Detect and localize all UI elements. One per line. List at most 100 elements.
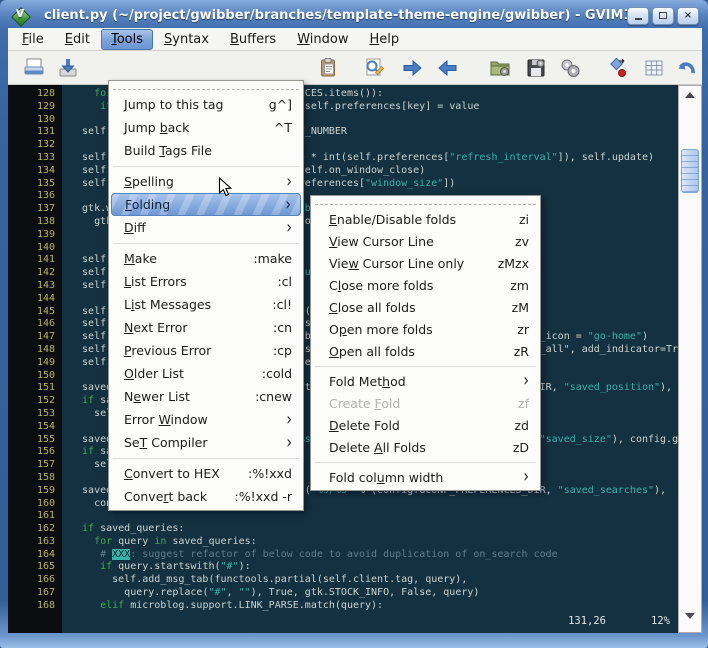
load-session-icon[interactable] [486, 54, 514, 81]
menubar-item-edit[interactable]: Edit [55, 29, 100, 50]
menu-shortcut: g^] [268, 97, 292, 112]
tools-menu-item-jump-to-this-tag[interactable]: Jump to this tag g^] [111, 93, 301, 116]
paste-icon[interactable] [314, 54, 342, 81]
scroll-up-button[interactable] [680, 87, 700, 103]
tools-menu-item-next-error[interactable]: Next Error:cn [111, 316, 301, 339]
menu-separator [315, 462, 536, 463]
tools-menu-item-older-list[interactable]: Older List:cold [111, 362, 301, 385]
tools-menu-item-make[interactable]: Make:make [111, 247, 301, 270]
tools-menu-item-list-errors[interactable]: List Errors:cl [111, 270, 301, 293]
menu-separator [113, 458, 299, 459]
line-number: 165 [36, 561, 55, 573]
line-number: 164 [36, 548, 55, 560]
folding-menu-tearoff-handle[interactable] [315, 199, 536, 205]
title-bar[interactable]: V client.py (~/project/gwibber/branches/… [6, 3, 702, 28]
find-replace-icon[interactable] [360, 54, 388, 81]
tools-menu-item-folding[interactable]: Folding › [111, 193, 301, 216]
save-icon[interactable] [54, 54, 82, 81]
menu-shortcut: zi [518, 211, 529, 227]
folding-menu-item-fold-column-width[interactable]: Fold column width › [313, 466, 538, 488]
folding-menu-item-delete-all-folds[interactable]: Delete All Folds zD [313, 436, 538, 458]
line-number: 153 [36, 407, 55, 419]
line-number: 136 [36, 190, 55, 202]
line-number: 156 [36, 446, 55, 458]
code-line-166: 166 self.add_msg_tab(functools.partial(se… [8, 574, 678, 587]
print-icon[interactable] [20, 54, 48, 81]
menubar-item-buffers[interactable]: Buffers [220, 29, 286, 50]
line-number: 157 [36, 459, 55, 471]
run-ctags-icon[interactable] [640, 54, 668, 81]
menubar-item-file[interactable]: File [12, 29, 54, 50]
maximize-button[interactable] [652, 6, 674, 25]
line-number: 149 [36, 356, 55, 368]
tools-menu-item-diff[interactable]: Diff › [111, 216, 301, 239]
menu-shortcut: :%!xxd [248, 466, 292, 481]
line-number: 129 [36, 100, 55, 112]
menubar-item-tools[interactable]: Tools [100, 28, 153, 50]
tools-menu-item-build-tags-file[interactable]: Build Tags File [111, 139, 301, 162]
vim-app-icon: V [10, 6, 31, 27]
tag-jump-icon[interactable] [672, 54, 700, 81]
tools-menu-tearoff-handle[interactable] [113, 84, 299, 90]
tools-menu-item-spelling[interactable]: Spelling › [111, 170, 301, 193]
folding-menu-item-view-cursor-line[interactable]: View Cursor Line zv [313, 230, 538, 252]
menu-shortcut: zf [518, 395, 529, 411]
tools-menu-item-convert-back[interactable]: Convert back:%!xxd -r [111, 485, 301, 508]
menu-shortcut: zv [515, 233, 529, 249]
status-ruler: 131,26 12% [8, 615, 678, 628]
menu-separator [113, 166, 299, 167]
line-number: 166 [36, 574, 55, 586]
submenu-arrow-icon: › [286, 409, 292, 430]
folding-menu-item-delete-fold[interactable]: Delete Fold zd [313, 414, 538, 436]
save-session-icon[interactable] [522, 54, 550, 81]
submenu-arrow-icon: › [523, 371, 529, 391]
submenu-arrow-icon: › [286, 171, 292, 192]
window-title: client.py (~/project/gwibber/branches/te… [44, 8, 627, 23]
folding-menu-item-open-all-folds[interactable]: Open all folds zR [313, 340, 538, 362]
close-button[interactable]: × [677, 6, 699, 25]
folding-menu-item-close-all-folds[interactable]: Close all folds zM [313, 296, 538, 318]
line-number: 154 [36, 420, 55, 432]
code-line-164: 164 # XXX: suggest refactor of below code… [8, 548, 678, 562]
find-next-icon[interactable] [398, 54, 426, 81]
menubar-item-syntax[interactable]: Syntax [154, 29, 219, 50]
tools-menu-item-previous-error[interactable]: Previous Error:cp [111, 339, 301, 362]
line-number: 141 [36, 254, 55, 266]
line-number: 144 [36, 292, 55, 304]
find-prev-icon[interactable] [434, 54, 462, 81]
tools-menu-item-convert-to-hex[interactable]: Convert to HEX:%!xxd [111, 462, 301, 485]
submenu-arrow-icon: › [286, 432, 292, 453]
menubar-item-window[interactable]: Window [287, 29, 358, 50]
tools-menu-item-list-messages[interactable]: List Messages:cl! [111, 293, 301, 316]
tools-menu-item-newer-list[interactable]: Newer List:cnew [111, 385, 301, 408]
folding-menu-item-open-more-folds[interactable]: Open more folds zr [313, 318, 538, 340]
scroll-down-button[interactable] [680, 608, 700, 624]
line-number: 151 [36, 382, 55, 394]
tools-menu-item-set-compiler[interactable]: SeT Compiler › [111, 431, 301, 454]
close-icon: × [683, 9, 693, 21]
tools-menu-item-error-window[interactable]: Error Window › [111, 408, 301, 431]
code-line-162: 162 if saved_queries: [8, 523, 678, 536]
menubar-item-help[interactable]: Help [359, 29, 409, 50]
maximize-icon [659, 12, 667, 19]
tools-menu-item-jump-back[interactable]: Jump back ^T [111, 116, 301, 139]
vertical-scrollbar[interactable] [678, 85, 702, 633]
run-script-icon[interactable] [556, 54, 584, 81]
folding-menu-item-enable-disable-folds[interactable]: Enable/Disable folds zi [313, 208, 538, 230]
menu-separator [315, 366, 536, 367]
chevron-down-icon [685, 613, 695, 619]
code-line-163: 163 for query in saved_queries: [8, 536, 678, 549]
line-number: 134 [36, 164, 55, 176]
folding-menu-item-fold-method[interactable]: Fold Method › [313, 370, 538, 392]
line-number: 163 [36, 535, 55, 547]
menu-shortcut: :%!xxd -r [234, 489, 292, 504]
folding-menu-item-close-more-folds[interactable]: Close more folds zm [313, 274, 538, 296]
window-frame: V client.py (~/project/gwibber/branches/… [0, 0, 708, 648]
minimize-button[interactable] [627, 6, 649, 25]
make-icon[interactable] [604, 54, 632, 81]
scrollbar-thumb[interactable] [681, 149, 699, 193]
folding-menu-item-view-cursor-line-only[interactable]: View Cursor Line only zMzx [313, 252, 538, 274]
code-line-168: 168 elif microblog.support.LINK_PARSE.mat… [8, 600, 678, 613]
menu-bar: File Edit Tools Syntax Buffers Window Help [8, 28, 702, 51]
line-number: 145 [36, 305, 55, 317]
